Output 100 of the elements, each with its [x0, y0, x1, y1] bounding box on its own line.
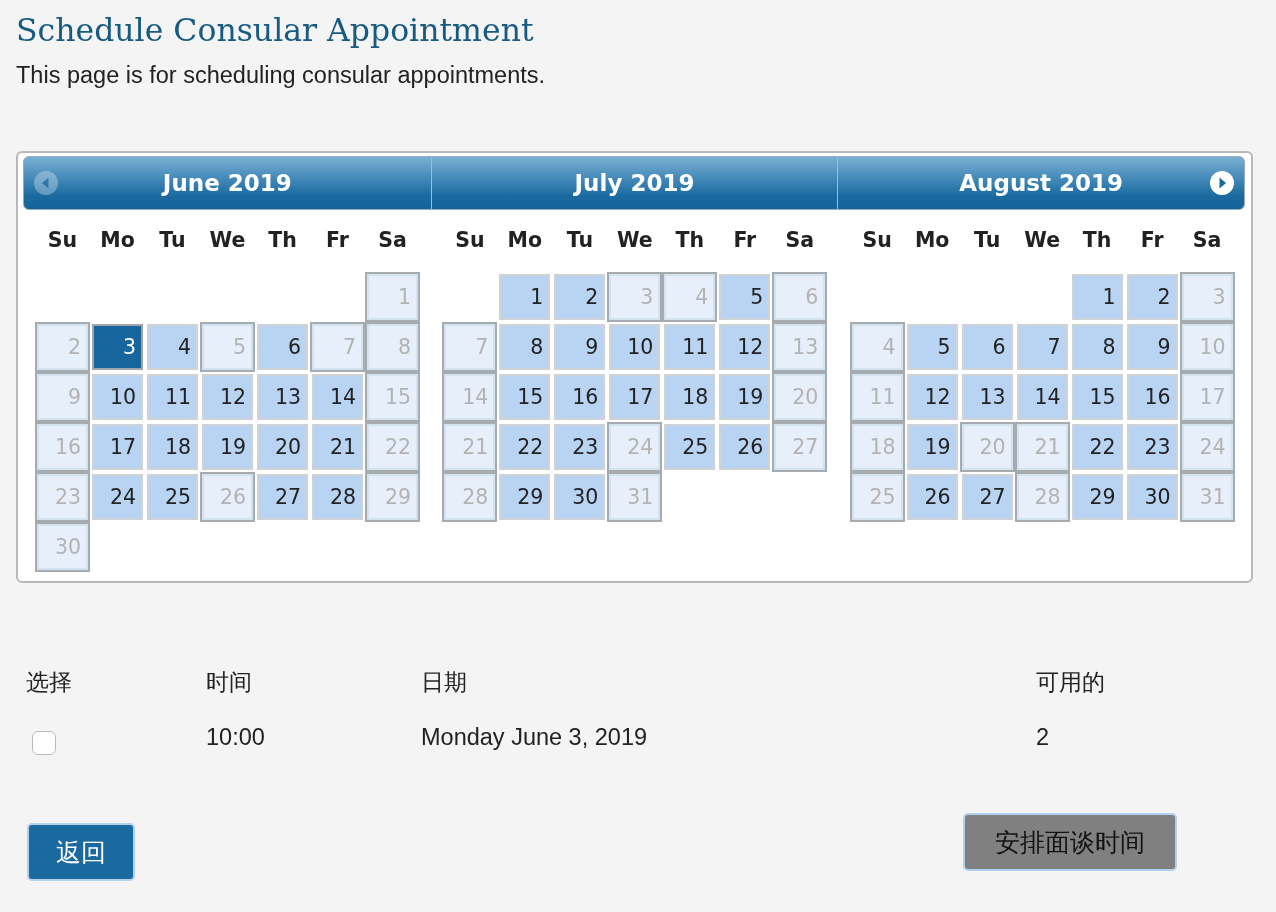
- calendar-day[interactable]: 4: [147, 324, 198, 370]
- calendar-day[interactable]: 19: [719, 374, 771, 420]
- calendar-day[interactable]: 22: [499, 424, 551, 470]
- weekday-label: Mo: [507, 228, 543, 252]
- checkbox[interactable]: [32, 731, 56, 755]
- calendar-day[interactable]: 30: [554, 474, 606, 520]
- calendar-day[interactable]: 29: [499, 474, 551, 520]
- calendar-day[interactable]: 25: [664, 424, 716, 470]
- calendar-day[interactable]: 10: [609, 324, 661, 370]
- calendar-day[interactable]: 5: [906, 324, 958, 370]
- weekday-label: We: [616, 228, 653, 252]
- calendar-day[interactable]: 19: [202, 424, 253, 470]
- calendar-day: 7: [442, 322, 498, 372]
- weekday-label: Su: [862, 228, 892, 252]
- calendar-day[interactable]: 28: [312, 474, 363, 520]
- calendar-day[interactable]: 1: [1071, 274, 1123, 320]
- calendar-day[interactable]: 30: [1126, 474, 1178, 520]
- calendar-day: 20: [772, 372, 828, 422]
- calendar-day[interactable]: 1: [499, 274, 551, 320]
- calendar-day[interactable]: 12: [906, 374, 958, 420]
- calendar-day[interactable]: 3: [92, 324, 143, 370]
- calendar-day: 4: [849, 322, 905, 372]
- column-header: 时间: [206, 668, 252, 697]
- calendar-day[interactable]: 25: [147, 474, 198, 520]
- calendar-day[interactable]: 16: [554, 374, 606, 420]
- weekday-label: Mo: [914, 228, 950, 252]
- calendar-day[interactable]: 27: [961, 474, 1013, 520]
- calendar-day[interactable]: 2: [554, 274, 606, 320]
- calendar-day: 15: [365, 372, 420, 422]
- month-title: August 2019: [959, 170, 1123, 196]
- calendar-day: 9: [35, 372, 90, 422]
- time-cell-text: 10:00: [206, 723, 265, 752]
- calendar-day: 31: [607, 472, 663, 522]
- weekday-label: We: [1024, 228, 1061, 252]
- calendar-day[interactable]: 12: [719, 324, 771, 370]
- calendar-day[interactable]: 5: [719, 274, 771, 320]
- calendar-day[interactable]: 27: [257, 474, 308, 520]
- calendar-day[interactable]: 26: [719, 424, 771, 470]
- calendar-day[interactable]: 9: [1126, 324, 1178, 370]
- calendar-day: 27: [772, 422, 828, 472]
- calendar-day[interactable]: 24: [92, 474, 143, 520]
- calendar-day: 28: [1014, 472, 1070, 522]
- weekday-label: Mo: [100, 228, 135, 252]
- weekday-label: We: [209, 228, 246, 252]
- schedule-button[interactable]: 安排面谈时间: [963, 813, 1177, 871]
- calendar-day[interactable]: 6: [961, 324, 1013, 370]
- calendar-day[interactable]: 9: [554, 324, 606, 370]
- calendar-day[interactable]: 18: [147, 424, 198, 470]
- weekday-label: Sa: [1192, 228, 1222, 252]
- calendar-day[interactable]: 14: [1016, 374, 1068, 420]
- calendar-day: 10: [1179, 322, 1235, 372]
- circle-arrow-left-icon[interactable]: [34, 171, 58, 195]
- circle-arrow-right-icon[interactable]: [1210, 171, 1234, 195]
- calendar-day[interactable]: 17: [609, 374, 661, 420]
- calendar-day[interactable]: 13: [961, 374, 1013, 420]
- calendar-day[interactable]: 23: [1126, 424, 1178, 470]
- calendar-day[interactable]: 21: [312, 424, 363, 470]
- calendar-day[interactable]: 8: [499, 324, 551, 370]
- calendar-day: 21: [1014, 422, 1070, 472]
- calendar-day[interactable]: 16: [1126, 374, 1178, 420]
- calendar-day: 3: [1179, 272, 1235, 322]
- calendar-day: 3: [607, 272, 663, 322]
- calendar-day: 7: [310, 322, 365, 372]
- calendar-day[interactable]: 2: [1126, 274, 1178, 320]
- calendar-day: 24: [1179, 422, 1235, 472]
- calendar-day[interactable]: 26: [906, 474, 958, 520]
- calendar-day[interactable]: 17: [92, 424, 143, 470]
- calendar-day[interactable]: 15: [499, 374, 551, 420]
- calendar-day[interactable]: 6: [257, 324, 308, 370]
- weekday-label: Sa: [785, 228, 815, 252]
- calendar-day[interactable]: 11: [147, 374, 198, 420]
- page-description: This page is for scheduling consular appointments.: [16, 62, 546, 88]
- calendar-day[interactable]: 13: [257, 374, 308, 420]
- calendar-day[interactable]: 14: [312, 374, 363, 420]
- calendar-day: 1: [365, 272, 420, 322]
- month-title: June 2019: [162, 170, 292, 196]
- calendar-day[interactable]: 23: [554, 424, 606, 470]
- calendar-day[interactable]: 22: [1071, 424, 1123, 470]
- column-header: 选择: [26, 668, 72, 697]
- calendar-day[interactable]: 18: [664, 374, 716, 420]
- weekday-label: Fr: [1140, 228, 1164, 252]
- calendar-day[interactable]: 29: [1071, 474, 1123, 520]
- calendar-day[interactable]: 8: [1071, 324, 1123, 370]
- calendar-day[interactable]: 7: [1016, 324, 1068, 370]
- weekday-label: Th: [1082, 228, 1112, 252]
- weekday-label: Su: [47, 228, 78, 252]
- calendar-day: 6: [772, 272, 828, 322]
- calendar-day[interactable]: 11: [664, 324, 716, 370]
- weekday-label: Tu: [159, 228, 186, 252]
- back-button[interactable]: 返回: [27, 823, 135, 881]
- calendar-day[interactable]: 10: [92, 374, 143, 420]
- calendar-day[interactable]: 20: [257, 424, 308, 470]
- calendar-day[interactable]: 15: [1071, 374, 1123, 420]
- calendar-day[interactable]: 12: [202, 374, 253, 420]
- calendar-day[interactable]: 19: [906, 424, 958, 470]
- calendar-day: 20: [959, 422, 1015, 472]
- calendar-day: 8: [365, 322, 420, 372]
- weekday-label: Fr: [733, 228, 757, 252]
- calendar-day: 26: [200, 472, 255, 522]
- weekday-label: Th: [268, 228, 297, 252]
